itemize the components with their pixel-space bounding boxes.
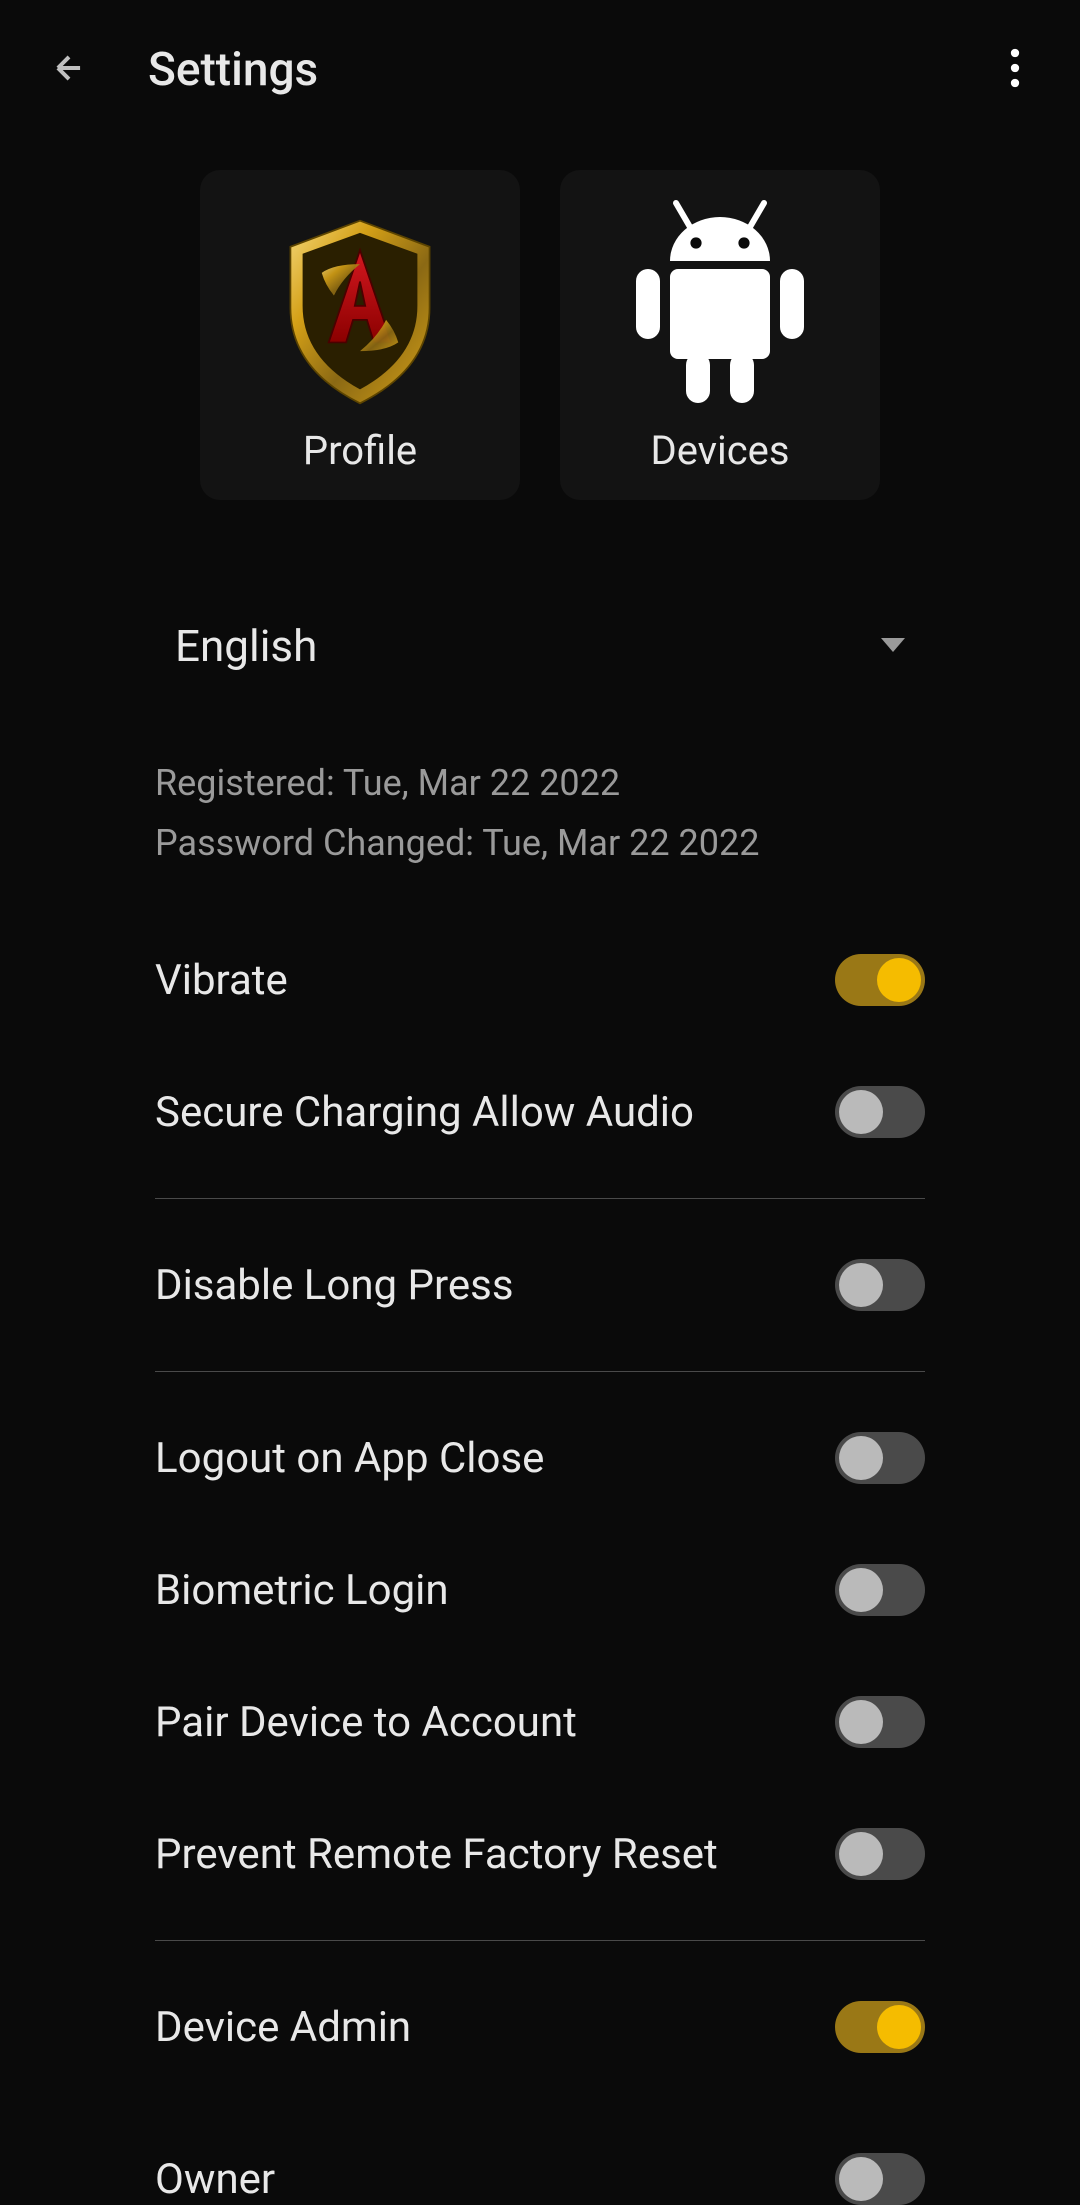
logout-on-close-label: Logout on App Close	[155, 1434, 544, 1483]
pair-device-toggle[interactable]	[835, 1696, 925, 1748]
secure-charging-toggle[interactable]	[835, 1086, 925, 1138]
registered-info: Registered: Tue, Mar 22 2022	[155, 762, 925, 804]
language-selector[interactable]: English	[155, 600, 925, 692]
profile-shield-icon	[245, 197, 475, 427]
prevent-remote-reset-label: Prevent Remote Factory Reset	[155, 1830, 718, 1879]
biometric-login-label: Biometric Login	[155, 1566, 449, 1615]
disable-long-press-toggle[interactable]	[835, 1259, 925, 1311]
prevent-remote-reset-row: Prevent Remote Factory Reset	[155, 1788, 925, 1920]
chevron-down-icon	[881, 637, 905, 656]
owner-label: Owner	[155, 2155, 275, 2204]
toggle-section: Vibrate Secure Charging Allow Audio Disa…	[155, 914, 925, 2205]
vibrate-toggle[interactable]	[835, 954, 925, 1006]
logout-on-close-toggle[interactable]	[835, 1432, 925, 1484]
vibrate-row: Vibrate	[155, 914, 925, 1046]
owner-row: Owner	[155, 2093, 925, 2205]
password-changed-info: Password Changed: Tue, Mar 22 2022	[155, 822, 925, 864]
divider	[155, 1940, 925, 1941]
back-arrow-icon[interactable]	[40, 39, 98, 101]
logout-on-close-row: Logout on App Close	[155, 1392, 925, 1524]
device-admin-toggle[interactable]	[835, 2001, 925, 2053]
language-value: English	[175, 620, 317, 672]
divider	[155, 1198, 925, 1199]
biometric-login-row: Biometric Login	[155, 1524, 925, 1656]
page-title: Settings	[148, 43, 318, 97]
android-robot-icon	[605, 197, 835, 427]
disable-long-press-row: Disable Long Press	[155, 1219, 925, 1351]
disable-long-press-label: Disable Long Press	[155, 1261, 514, 1310]
vibrate-label: Vibrate	[155, 956, 288, 1005]
prevent-remote-reset-toggle[interactable]	[835, 1828, 925, 1880]
pair-device-row: Pair Device to Account	[155, 1656, 925, 1788]
secure-charging-label: Secure Charging Allow Audio	[155, 1088, 694, 1137]
devices-card[interactable]: Devices	[560, 170, 880, 500]
divider	[155, 1371, 925, 1372]
profile-card-label: Profile	[303, 427, 417, 474]
app-header: Settings	[0, 0, 1080, 140]
settings-content: English Registered: Tue, Mar 22 2022 Pas…	[0, 600, 1080, 2205]
devices-card-label: Devices	[650, 427, 789, 474]
device-admin-label: Device Admin	[155, 2003, 411, 2052]
more-menu-icon[interactable]	[1000, 38, 1030, 102]
device-admin-row: Device Admin	[155, 1961, 925, 2093]
account-info: Registered: Tue, Mar 22 2022 Password Ch…	[155, 762, 925, 864]
owner-toggle[interactable]	[835, 2153, 925, 2205]
secure-charging-row: Secure Charging Allow Audio	[155, 1046, 925, 1178]
biometric-login-toggle[interactable]	[835, 1564, 925, 1616]
pair-device-label: Pair Device to Account	[155, 1698, 577, 1747]
profile-card[interactable]: Profile	[200, 170, 520, 500]
nav-cards: Profile Devices	[0, 170, 1080, 500]
